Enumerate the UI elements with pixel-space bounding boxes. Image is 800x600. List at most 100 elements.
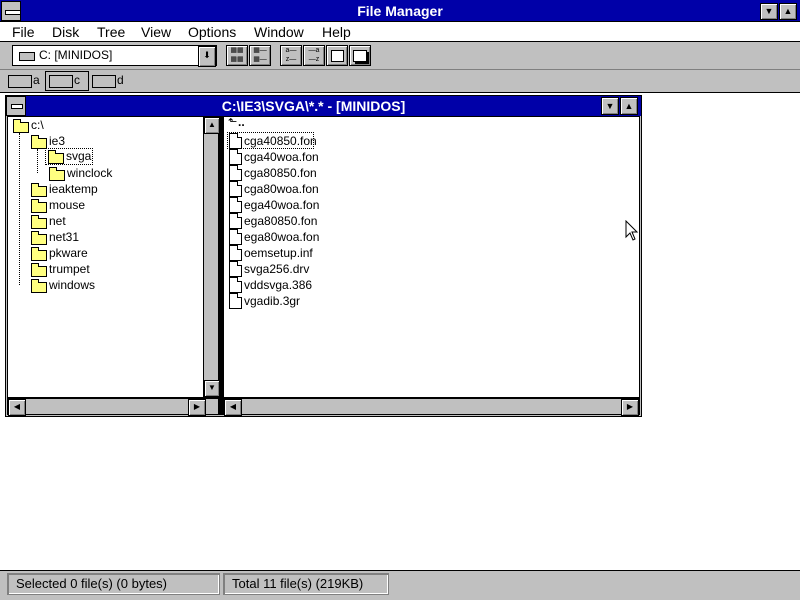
file-item[interactable]: ega80woa.fon: [228, 229, 338, 245]
properties-button[interactable]: [349, 45, 371, 66]
tree-item-ie3[interactable]: ie3: [30, 133, 90, 149]
tree-item-label: net: [49, 214, 66, 228]
file-item[interactable]: cga80woa.fon: [228, 181, 338, 197]
file-item[interactable]: oemsetup.inf: [228, 245, 338, 261]
open-folder-icon: [48, 150, 64, 164]
connect-drive-icon: ▦▦ ▦▦: [230, 47, 244, 63]
file-item[interactable]: cga40850.fon: [227, 132, 317, 149]
tree-item-label: svga: [66, 149, 92, 163]
tree-scroll-right-button[interactable]: ▶: [188, 399, 206, 416]
file-icon: [229, 133, 242, 149]
file-item[interactable]: ega80850.fon: [228, 213, 338, 229]
file-item[interactable]: svga256.drv: [228, 261, 338, 277]
file-icon: [229, 149, 242, 165]
file-item-label: svga256.drv: [244, 262, 310, 276]
file-item[interactable]: vddsvga.386: [228, 277, 338, 293]
tree-item-label: ieaktemp: [49, 182, 98, 196]
status-total: Total 11 file(s) (219KB): [223, 573, 389, 595]
menu-help[interactable]: Help: [322, 22, 351, 42]
file-item-label: cga80850.fon: [244, 166, 317, 180]
new-window-icon: [330, 50, 344, 62]
maximize-button[interactable]: ▲: [779, 3, 797, 20]
file-scroll-left-button[interactable]: ◀: [224, 399, 242, 416]
menu-window[interactable]: Window: [254, 22, 304, 42]
tree-item-label: net31: [49, 230, 80, 244]
folder-icon: [31, 247, 47, 261]
drive-c-label: c: [74, 73, 80, 87]
tree-item-net31[interactable]: net31: [30, 229, 110, 245]
menu-file[interactable]: File: [12, 22, 35, 42]
drive-combo-icon: [19, 52, 35, 61]
child-maximize-button[interactable]: ▲: [620, 97, 638, 115]
file-icon: [229, 261, 242, 277]
drive-c[interactable]: c: [45, 71, 89, 91]
directory-window-title: C:\IE3\SVGA\*.* - [MINIDOS]: [221, 98, 406, 114]
open-folder-icon: [31, 135, 47, 149]
file-item[interactable]: cga40woa.fon: [228, 149, 338, 165]
drive-combo-dropdown-button[interactable]: ⬇: [198, 46, 216, 67]
menu-view[interactable]: View: [141, 22, 171, 42]
file-item-label: cga40850.fon: [244, 134, 317, 148]
tree-item-net[interactable]: net: [30, 213, 110, 229]
file-item-label: vgadib.3gr: [244, 294, 301, 308]
file-icon: [229, 245, 242, 261]
mouse-pointer-icon: [625, 220, 639, 241]
file-item-label: vddsvga.386: [244, 278, 313, 292]
tree-item-pkware[interactable]: pkware: [30, 245, 110, 261]
sort-by-name-button[interactable]: a— z—: [280, 45, 302, 66]
file-item-label: cga80woa.fon: [244, 182, 319, 196]
tree-item-label: c:\: [31, 118, 44, 132]
file-scroll-right-button[interactable]: ▶: [621, 399, 639, 416]
drive-d-label: d: [117, 73, 124, 87]
file-horizontal-scrollbar[interactable]: ◀ ▶: [223, 398, 640, 416]
tree-item-label: winclock: [67, 166, 113, 180]
menu-disk[interactable]: Disk: [52, 22, 79, 42]
file-item-label: ega80woa.fon: [244, 230, 320, 244]
tree-item-windows[interactable]: windows: [30, 277, 110, 293]
status-selected: Selected 0 file(s) (0 bytes): [7, 573, 220, 595]
up-arrow-icon: ⬑: [228, 116, 238, 128]
folder-icon: [31, 183, 47, 197]
file-item[interactable]: ega40woa.fon: [228, 197, 338, 213]
sort-by-type-button[interactable]: —a —z: [303, 45, 325, 66]
child-minimize-button[interactable]: ▼: [601, 97, 619, 115]
tree-horizontal-scrollbar[interactable]: ◀ ▶: [7, 398, 219, 416]
new-window-button[interactable]: [326, 45, 348, 66]
tree-connector-ie3: [37, 149, 38, 173]
file-icon: [229, 165, 242, 181]
menu-tree[interactable]: Tree: [97, 22, 125, 42]
disconnect-drive-icon: ▦— ▦—: [253, 47, 267, 63]
connect-drive-button[interactable]: ▦▦ ▦▦: [226, 45, 248, 66]
tree-item-mouse[interactable]: mouse: [30, 197, 110, 213]
file-item-label: ega40woa.fon: [244, 198, 320, 212]
tree-vertical-scrollbar[interactable]: ▲ ▼: [203, 116, 220, 398]
tree-scroll-down-button[interactable]: ▼: [204, 380, 220, 397]
drive-a[interactable]: a: [6, 72, 44, 90]
tree-item-ieaktemp[interactable]: ieaktemp: [30, 181, 110, 197]
file-item-parent[interactable]: ⬑ ..: [228, 115, 268, 131]
file-item[interactable]: vgadib.3gr: [228, 293, 338, 309]
tree-scroll-left-button[interactable]: ◀: [8, 399, 26, 416]
disconnect-drive-button[interactable]: ▦— ▦—: [249, 45, 271, 66]
child-system-menu-icon: [11, 104, 23, 109]
file-icon: [229, 229, 242, 245]
tree-item-label: mouse: [49, 198, 86, 212]
folder-icon: [31, 199, 47, 213]
drive-d[interactable]: d: [90, 72, 128, 90]
hard-drive-icon: [49, 75, 73, 88]
tree-scroll-up-button[interactable]: ▲: [204, 117, 220, 134]
tree-item-root[interactable]: c:\: [12, 117, 72, 133]
floppy-drive-icon: [8, 75, 32, 88]
file-item-label: ..: [238, 115, 245, 129]
drive-combo[interactable]: C: [MINIDOS] ⬇: [12, 45, 217, 67]
minimize-button[interactable]: ▼: [760, 3, 778, 20]
file-item-label: ega80850.fon: [244, 214, 318, 228]
tree-item-svga[interactable]: svga: [45, 148, 93, 165]
tree-item-winclock[interactable]: winclock: [48, 165, 128, 181]
tree-item-label: windows: [49, 278, 96, 292]
menu-options[interactable]: Options: [188, 22, 236, 42]
tree-item-trumpet[interactable]: trumpet: [30, 261, 110, 277]
file-item[interactable]: cga80850.fon: [228, 165, 338, 181]
child-system-menu-button[interactable]: [6, 96, 26, 116]
folder-icon: [31, 231, 47, 245]
